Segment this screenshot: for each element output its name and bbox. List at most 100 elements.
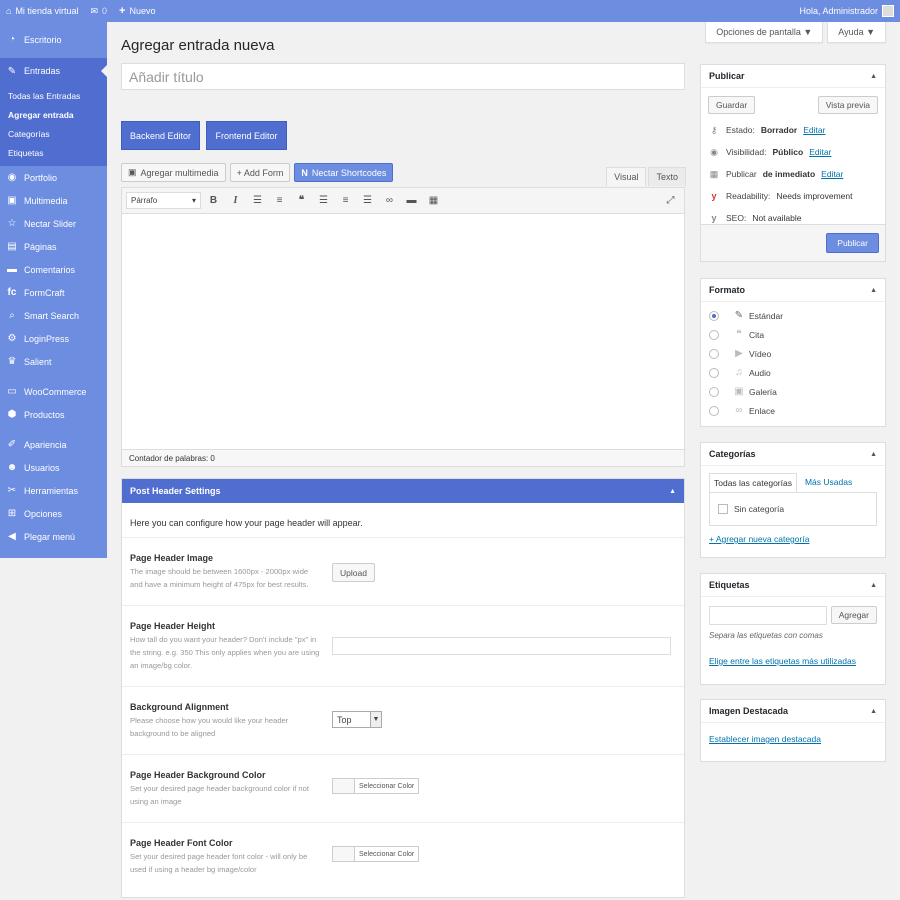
publish-button[interactable]: Publicar bbox=[826, 233, 879, 253]
sidebar-item-escritorio[interactable]: ◔ Escritorio bbox=[0, 28, 107, 51]
sidebar-item-apariencia[interactable]: ✐ Apariencia bbox=[0, 433, 107, 456]
sidebar-item-usuarios[interactable]: ☻ Usuarios bbox=[0, 456, 107, 479]
format-option-video[interactable]: ▶ Vídeo bbox=[701, 344, 885, 363]
sidebar-item-multimedia[interactable]: ▣ Multimedia bbox=[0, 189, 107, 212]
radio-button[interactable] bbox=[709, 329, 719, 340]
pin-icon: ✎ bbox=[7, 65, 17, 77]
set-featured-image-link[interactable]: Establecer imagen destacada bbox=[709, 734, 821, 744]
preview-button[interactable]: Vista previa bbox=[817, 96, 878, 114]
sidebar-item-nectar-slider[interactable]: ☆ Nectar Slider bbox=[0, 212, 107, 235]
sidebar-item-formcraft[interactable]: fc FormCraft bbox=[0, 281, 107, 304]
submenu-categories[interactable]: Categorías bbox=[0, 124, 107, 143]
tag-input[interactable] bbox=[709, 606, 827, 625]
radio-button[interactable] bbox=[709, 386, 719, 397]
comments-link[interactable]: ✉ 0 bbox=[84, 0, 113, 22]
phs-row-font-color: Page Header Font Color Set your desired … bbox=[122, 823, 684, 891]
editor-body[interactable] bbox=[122, 214, 684, 450]
submenu-all-posts[interactable]: Todas las Entradas bbox=[0, 86, 107, 105]
blockquote-icon[interactable]: ❝ bbox=[292, 191, 311, 210]
add-form-button[interactable]: + Add Form bbox=[229, 163, 291, 182]
numbered-list-icon[interactable]: ≡ bbox=[270, 191, 289, 210]
add-category-link[interactable]: + Agregar nueva categoría bbox=[709, 534, 809, 544]
header-height-input[interactable] bbox=[332, 637, 671, 655]
search-icon: ⌕ bbox=[9, 310, 15, 321]
choose-tags-link[interactable]: Elige entre las etiquetas más utilizadas bbox=[709, 656, 856, 666]
gallery-icon: ▣ bbox=[734, 386, 744, 397]
users-icon: ☻ bbox=[6, 462, 18, 473]
account-menu[interactable]: Hola, Administrador bbox=[793, 0, 900, 22]
italic-icon[interactable]: I bbox=[226, 191, 245, 210]
sidebar-item-paginas[interactable]: ▤ Páginas bbox=[0, 235, 107, 258]
font-color-picker[interactable]: Seleccionar Color bbox=[332, 846, 420, 862]
add-tag-button[interactable]: Agregar bbox=[830, 606, 877, 624]
new-content-link[interactable]: + Nuevo bbox=[113, 0, 161, 22]
read-more-icon[interactable]: ▬ bbox=[402, 191, 421, 210]
phs-row-alignment: Background Alignment Please choose how y… bbox=[122, 687, 684, 755]
align-left-icon[interactable]: ☰ bbox=[314, 191, 333, 210]
screen-options-button[interactable]: Opciones de pantalla ▼ bbox=[705, 22, 824, 43]
backend-editor-button[interactable]: Backend Editor bbox=[121, 121, 200, 150]
category-checkbox[interactable] bbox=[718, 504, 728, 514]
tab-all-categories[interactable]: Todas las categorías bbox=[709, 473, 797, 492]
radio-button[interactable] bbox=[709, 367, 719, 378]
nectar-shortcodes-button[interactable]: N Nectar Shortcodes bbox=[294, 163, 394, 182]
edit-schedule-link[interactable]: Editar bbox=[821, 169, 843, 179]
collapse-arrow-icon: ▲ bbox=[669, 487, 676, 495]
sidebar-item-portfolio[interactable]: ◉ Portfolio bbox=[0, 166, 107, 189]
edit-status-link[interactable]: Editar bbox=[803, 125, 825, 135]
format-select[interactable]: Párrafo ▾ bbox=[126, 192, 201, 209]
sidebar-item-opciones[interactable]: ⊞ Opciones bbox=[0, 502, 107, 525]
sidebar-item-smart-search[interactable]: ⌕ Smart Search bbox=[0, 304, 107, 327]
format-option-quote[interactable]: ❝ Cita bbox=[701, 325, 885, 344]
star-icon: ☆ bbox=[7, 218, 17, 229]
format-option-link[interactable]: ∞ Enlace bbox=[701, 401, 885, 420]
alignment-select[interactable]: Top ▼ bbox=[332, 711, 382, 728]
featured-image-header[interactable]: Imagen Destacada ▲ bbox=[701, 700, 885, 723]
bullet-list-icon[interactable]: ☰ bbox=[248, 191, 267, 210]
publish-box-header[interactable]: Publicar ▲ bbox=[701, 65, 885, 88]
sidebar-item-salient[interactable]: ♛ Salient bbox=[0, 350, 107, 373]
collapse-arrow-icon: ▲ bbox=[870, 286, 877, 294]
sidebar-item-woocommerce[interactable]: ▭ WooCommerce bbox=[0, 380, 107, 403]
help-button[interactable]: Ayuda ▼ bbox=[827, 22, 886, 43]
phs-header[interactable]: Post Header Settings ▲ bbox=[122, 479, 684, 503]
site-name-link[interactable]: ⌂ Mi tienda virtual bbox=[0, 0, 84, 22]
upload-button[interactable]: Upload bbox=[332, 563, 375, 582]
bold-icon[interactable]: B bbox=[204, 191, 223, 210]
collapse-arrow-icon: ▲ bbox=[870, 72, 877, 80]
frontend-editor-button[interactable]: Frontend Editor bbox=[206, 121, 287, 150]
align-right-icon[interactable]: ☰ bbox=[358, 191, 377, 210]
format-option-audio[interactable]: ♫ Audio bbox=[701, 363, 885, 382]
dashboard-icon: ◔ bbox=[8, 34, 16, 45]
format-option-standard[interactable]: ✎ Estándar bbox=[701, 306, 885, 325]
sidebar-item-productos[interactable]: ⬢ Productos bbox=[0, 403, 107, 426]
radio-button[interactable] bbox=[709, 310, 719, 321]
sidebar-item-entradas[interactable]: ✎ Entradas bbox=[0, 58, 107, 84]
tab-most-used[interactable]: Más Usadas bbox=[797, 473, 856, 492]
save-draft-button[interactable]: Guardar bbox=[708, 96, 756, 114]
color-swatch bbox=[333, 779, 355, 793]
edit-visibility-link[interactable]: Editar bbox=[809, 147, 831, 157]
format-box-header[interactable]: Formato ▲ bbox=[701, 279, 885, 302]
radio-button[interactable] bbox=[709, 405, 719, 416]
tags-box-header[interactable]: Etiquetas ▲ bbox=[701, 574, 885, 597]
sidebar-item-loginpress[interactable]: ⚙ LoginPress bbox=[0, 327, 107, 350]
post-title-input[interactable]: Añadir título bbox=[121, 63, 685, 90]
sidebar-item-comentarios[interactable]: ▬ Comentarios bbox=[0, 258, 107, 281]
sidebar-item-plegar-menu[interactable]: ◀ Plegar menú bbox=[0, 525, 107, 548]
fullscreen-icon[interactable]: ⤢ bbox=[661, 191, 680, 210]
categories-box-header[interactable]: Categorías ▲ bbox=[701, 443, 885, 466]
woo-icon: ▭ bbox=[7, 386, 17, 397]
tab-visual[interactable]: Visual bbox=[606, 167, 647, 186]
format-option-gallery[interactable]: ▣ Galería bbox=[701, 382, 885, 401]
sidebar-item-herramientas[interactable]: ✂ Herramientas bbox=[0, 479, 107, 502]
bg-color-picker[interactable]: Seleccionar Color bbox=[332, 778, 420, 794]
submenu-add-post[interactable]: Agregar entrada bbox=[0, 105, 107, 124]
link-icon[interactable]: ∞ bbox=[380, 191, 399, 210]
tab-text[interactable]: Texto bbox=[648, 167, 686, 186]
add-media-button[interactable]: ▣ Agregar multimedia bbox=[121, 163, 226, 182]
radio-button[interactable] bbox=[709, 348, 719, 359]
toolbar-toggle-icon[interactable]: ▦ bbox=[424, 191, 443, 210]
submenu-tags[interactable]: Etiquetas bbox=[0, 143, 107, 162]
align-center-icon[interactable]: ≡ bbox=[336, 191, 355, 210]
